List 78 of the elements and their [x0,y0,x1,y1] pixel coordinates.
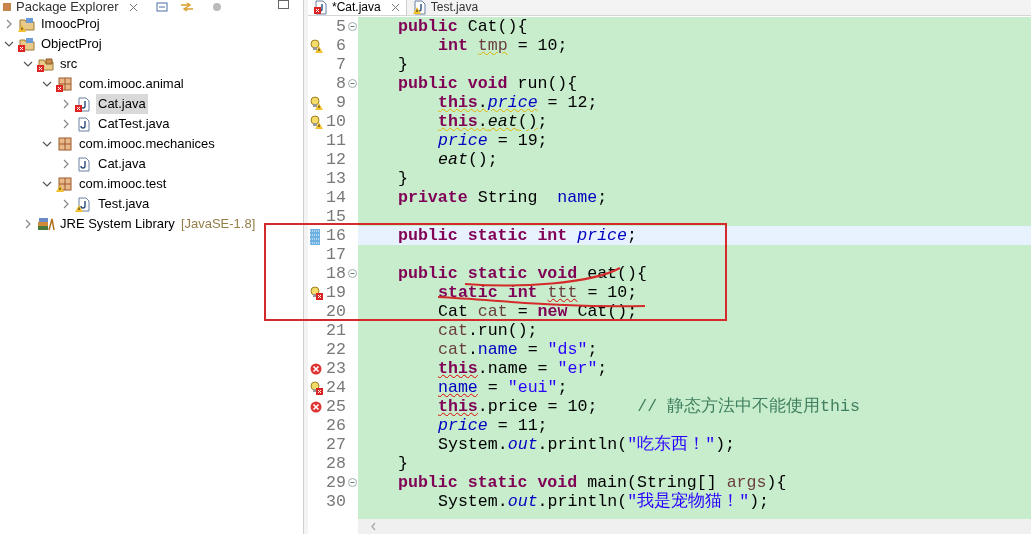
close-icon[interactable] [390,2,400,12]
chevron-right-icon[interactable] [61,99,71,109]
tree-item-suffix: [JavaSE-1.8] [180,215,256,234]
chevron-right-icon[interactable] [23,219,33,229]
editor-tab[interactable]: *Cat.java [308,0,407,15]
tree-item[interactable]: Test.java [96,194,152,214]
error-icon[interactable] [309,362,322,375]
horizontal-scrollbar[interactable] [358,519,1031,534]
line-number: 21 [325,321,346,340]
line-number: 13 [325,169,346,188]
chevron-right-icon[interactable] [4,19,14,29]
lightbulb-icon[interactable] [309,114,320,128]
tree-item[interactable]: CatTest.java [96,114,172,134]
view-title[interactable]: Package Explorer [16,0,119,14]
error-icon[interactable] [309,400,322,413]
tree-item[interactable]: src [58,54,80,74]
tree-item[interactable]: Cat.java [96,154,148,174]
java-file-icon [78,196,90,212]
minimize-icon[interactable] [278,0,289,10]
fold-minus-icon[interactable] [347,79,357,88]
package-explorer-icon [2,2,12,12]
line-number: 5 [335,17,346,36]
tree-item[interactable]: com.imooc.animal [77,74,186,94]
line-number: 19 [325,283,346,302]
tree-item[interactable]: com.imooc.mechanices [77,134,217,154]
chevron-down-icon[interactable] [42,139,52,149]
line-number: 6 [335,36,346,55]
chevron-down-icon[interactable] [42,179,52,189]
line-number: 24 [325,378,346,397]
line-number: 26 [325,416,346,435]
library-icon [37,217,55,231]
line-number: 23 [325,359,346,378]
line-number: 28 [325,454,346,473]
java-file-icon [78,156,90,172]
chevron-right-icon[interactable] [61,119,71,129]
line-number: 16 [325,226,346,245]
package-icon [58,137,72,151]
lightbulb-icon[interactable] [309,95,320,109]
fold-minus-icon[interactable] [347,22,357,31]
lightbulb-icon[interactable] [309,38,320,52]
line-number: 29 [325,473,346,492]
line-number: 7 [335,55,346,74]
line-number: 22 [325,340,346,359]
line-number: 14 [325,188,346,207]
package-icon [58,77,72,91]
fold-minus-icon[interactable] [347,269,357,278]
chevron-down-icon[interactable] [23,59,33,69]
package-icon [58,177,72,191]
line-number: 15 [325,207,346,226]
editor-tab[interactable]: Test.java [406,0,485,15]
link-arrows-icon[interactable] [179,2,194,12]
tab-label: *Cat.java [332,0,381,16]
close-icon[interactable] [128,2,138,12]
line-number: 9 [335,93,346,112]
fold-minus-icon[interactable] [347,478,357,487]
line-number: 30 [325,492,346,511]
tree-item[interactable]: JRE System Library [58,214,177,234]
line-number: 8 [335,74,346,93]
line-number: 11 [325,131,346,150]
chevron-right-icon[interactable] [61,159,71,169]
folder-icon [19,17,35,31]
line-number: 10 [325,112,346,131]
tree-item[interactable]: ImoocProj [39,14,102,34]
line-number: 20 [325,302,346,321]
line-number: 27 [325,435,346,454]
chevron-down-icon[interactable] [42,79,52,89]
collapse-all-icon[interactable] [155,2,168,12]
line-number: 18 [325,264,346,283]
line-number: 12 [325,150,346,169]
tree-item[interactable]: com.imooc.test [77,174,169,194]
tab-label: Test.java [430,0,479,16]
line-number: 17 [325,245,346,264]
tree-item[interactable]: ObjectProj [39,34,104,54]
java-file-icon [78,116,90,132]
line-number: 25 [325,397,346,416]
tree-item[interactable]: Cat.java [96,94,148,114]
chevron-down-icon[interactable] [4,39,14,49]
chevron-right-icon[interactable] [61,199,71,209]
